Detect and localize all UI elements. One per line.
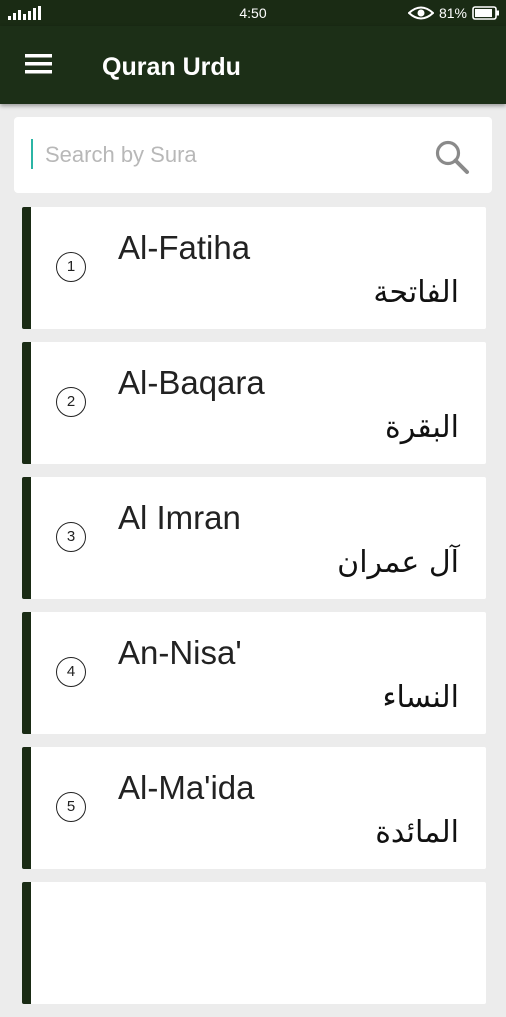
sura-name: Al-Baqara	[118, 364, 265, 401]
sura-item-partial[interactable]	[22, 882, 486, 1004]
sura-name: An-Nisa'	[118, 634, 242, 671]
menu-button[interactable]	[20, 48, 60, 84]
search-bar	[14, 117, 492, 193]
status-bar: 4:50 81%	[0, 0, 506, 26]
app-bar: Quran Urdu	[0, 26, 506, 104]
text-caret	[31, 139, 33, 169]
sura-number-badge: 3	[56, 522, 86, 552]
sura-item[interactable]: 3 Al Imran آل عمران	[22, 477, 486, 599]
sura-name: Al-Ma'ida	[118, 769, 255, 806]
menu-icon	[25, 54, 52, 74]
sura-number-badge: 1	[56, 252, 86, 282]
sura-arabic-name: البقرة	[385, 410, 459, 445]
search-icon[interactable]	[432, 137, 472, 177]
sura-item[interactable]: 5 Al-Ma'ida المائدة	[22, 747, 486, 869]
sura-arabic-name: الفاتحة	[373, 275, 459, 310]
eye-icon	[407, 6, 434, 20]
sura-item[interactable]: 2 Al-Baqara البقرة	[22, 342, 486, 464]
sura-item[interactable]: 1 Al-Fatiha الفاتحة	[22, 207, 486, 329]
sura-arabic-name: المائدة	[375, 815, 459, 850]
battery-icon	[472, 6, 499, 20]
sura-number-badge: 4	[56, 657, 86, 687]
search-input[interactable]	[34, 135, 425, 175]
sura-number-badge: 2	[56, 387, 86, 417]
sura-name: Al Imran	[118, 499, 241, 536]
battery-percent: 81%	[438, 5, 467, 21]
sura-number-badge: 5	[56, 792, 86, 822]
sura-arabic-name: النساء	[382, 680, 459, 715]
status-right: 81%	[407, 4, 500, 22]
sura-list: 1 Al-Fatiha الفاتحة 2 Al-Baqara البقرة 3…	[22, 207, 486, 1017]
sura-item[interactable]: 4 An-Nisa' النساء	[22, 612, 486, 734]
sura-name: Al-Fatiha	[118, 229, 251, 266]
app-title: Quran Urdu	[102, 53, 241, 81]
sura-arabic-name: آل عمران	[337, 545, 459, 580]
